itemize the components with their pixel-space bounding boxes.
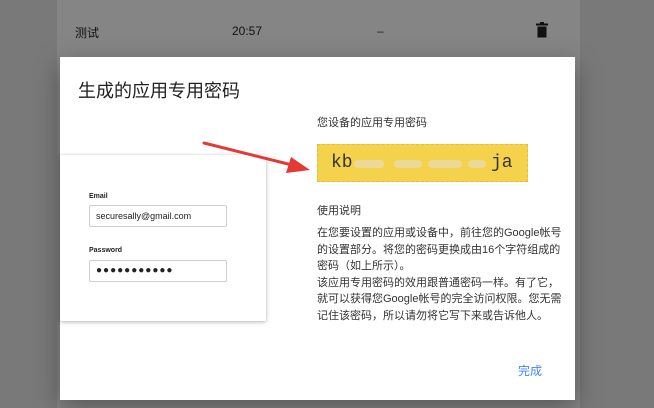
email-field: securesally@gmail.com xyxy=(89,205,227,227)
password-text-start: kb xyxy=(331,153,353,173)
usage-paragraph: 该应用专用密码的效用跟普通密码一样。有了它，就可以获得您Google帐号的完全访… xyxy=(317,276,562,322)
generated-password-dialog: 生成的应用专用密码 Email securesally@gmail.com Pa… xyxy=(60,57,575,400)
redacted-block xyxy=(394,160,422,168)
password-field: ●●●●●●●●●●● xyxy=(89,260,227,282)
arrow-icon xyxy=(202,141,310,173)
done-button[interactable]: 完成 xyxy=(505,360,555,382)
usage-paragraph: 在您要设置的应用或设备中，前往您的Google帐号的设置部分。将您的密码更换成由… xyxy=(317,227,562,272)
login-illustration: Email securesally@gmail.com Password ●●●… xyxy=(60,155,266,321)
redacted-block xyxy=(354,160,384,168)
usage-title: 使用说明 xyxy=(317,205,361,217)
password-heading: 您设备的应用专用密码 xyxy=(317,117,427,129)
dialog-title: 生成的应用专用密码 xyxy=(78,81,240,101)
password-text-end: ja xyxy=(491,153,513,173)
usage-instructions: 在您要设置的应用或设备中，前往您的Google帐号的设置部分。将您的密码更换成由… xyxy=(317,225,567,324)
redacted-block xyxy=(428,160,462,168)
password-label: Password xyxy=(89,247,123,254)
email-label: Email xyxy=(89,193,108,200)
app-password-box[interactable]: kb ja xyxy=(317,144,528,182)
redacted-block xyxy=(468,160,486,168)
